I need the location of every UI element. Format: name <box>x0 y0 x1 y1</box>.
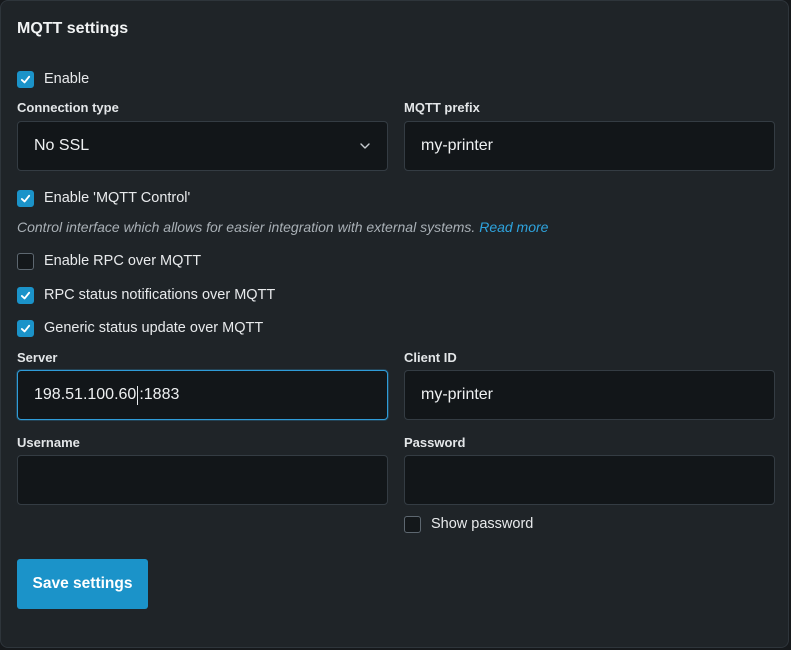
read-more-link[interactable]: Read more <box>479 219 548 235</box>
check-icon <box>20 75 31 83</box>
username-label: Username <box>17 435 80 450</box>
connection-type-select[interactable]: No SSL <box>17 121 388 171</box>
mqtt-prefix-input[interactable]: my-printer <box>404 121 775 171</box>
mqtt-control-label: Enable 'MQTT Control' <box>44 190 191 206</box>
rpc-status-checkbox[interactable] <box>17 286 34 304</box>
check-icon <box>20 324 31 332</box>
show-password-label: Show password <box>431 516 534 532</box>
rpc-over-mqtt-checkbox[interactable] <box>17 252 34 270</box>
rpc-over-mqtt-checkbox-row[interactable]: Enable RPC over MQTT <box>17 251 201 271</box>
mqtt-prefix-value: my-printer <box>421 137 494 154</box>
show-password-checkbox[interactable] <box>404 515 421 533</box>
password-input[interactable] <box>404 455 775 505</box>
enable-checkbox[interactable] <box>17 70 34 88</box>
mqtt-control-checkbox-row[interactable]: Enable 'MQTT Control' <box>17 188 190 208</box>
connection-type-value: No SSL <box>34 137 90 154</box>
generic-status-checkbox-row[interactable]: Generic status update over MQTT <box>17 318 263 338</box>
check-icon <box>20 291 31 299</box>
client-id-value: my-printer <box>421 386 494 403</box>
username-input[interactable] <box>17 455 388 505</box>
mqtt-control-hint-text: Control interface which allows for easie… <box>17 219 476 235</box>
server-label: Server <box>17 350 58 365</box>
show-password-checkbox-row[interactable]: Show password <box>404 514 533 534</box>
password-label: Password <box>404 435 466 450</box>
mqtt-control-checkbox[interactable] <box>17 189 34 207</box>
mqtt-settings-panel: MQTT settings Enable Connection type No … <box>0 0 789 648</box>
chevron-down-icon <box>360 143 370 149</box>
rpc-status-label: RPC status notifications over MQTT <box>44 287 276 303</box>
panel-title: MQTT settings <box>17 20 129 37</box>
client-id-input[interactable]: my-printer <box>404 370 775 420</box>
server-value-before-caret: 198.51.100.60 <box>34 386 137 403</box>
check-icon <box>20 194 31 202</box>
rpc-status-checkbox-row[interactable]: RPC status notifications over MQTT <box>17 285 275 305</box>
server-input[interactable]: 198.51.100.60:1883 <box>17 370 388 420</box>
enable-checkbox-row[interactable]: Enable <box>17 69 89 89</box>
generic-status-label: Generic status update over MQTT <box>44 320 264 336</box>
connection-type-label: Connection type <box>17 100 119 115</box>
mqtt-prefix-label: MQTT prefix <box>404 100 480 115</box>
save-settings-button[interactable]: Save settings <box>17 559 148 609</box>
enable-label: Enable <box>44 71 90 87</box>
client-id-label: Client ID <box>404 350 457 365</box>
server-value-after-caret: :1883 <box>139 386 180 403</box>
text-caret <box>137 385 139 405</box>
rpc-over-mqtt-label: Enable RPC over MQTT <box>44 253 202 269</box>
mqtt-control-hint: Control interface which allows for easie… <box>17 219 548 235</box>
generic-status-checkbox[interactable] <box>17 319 34 337</box>
